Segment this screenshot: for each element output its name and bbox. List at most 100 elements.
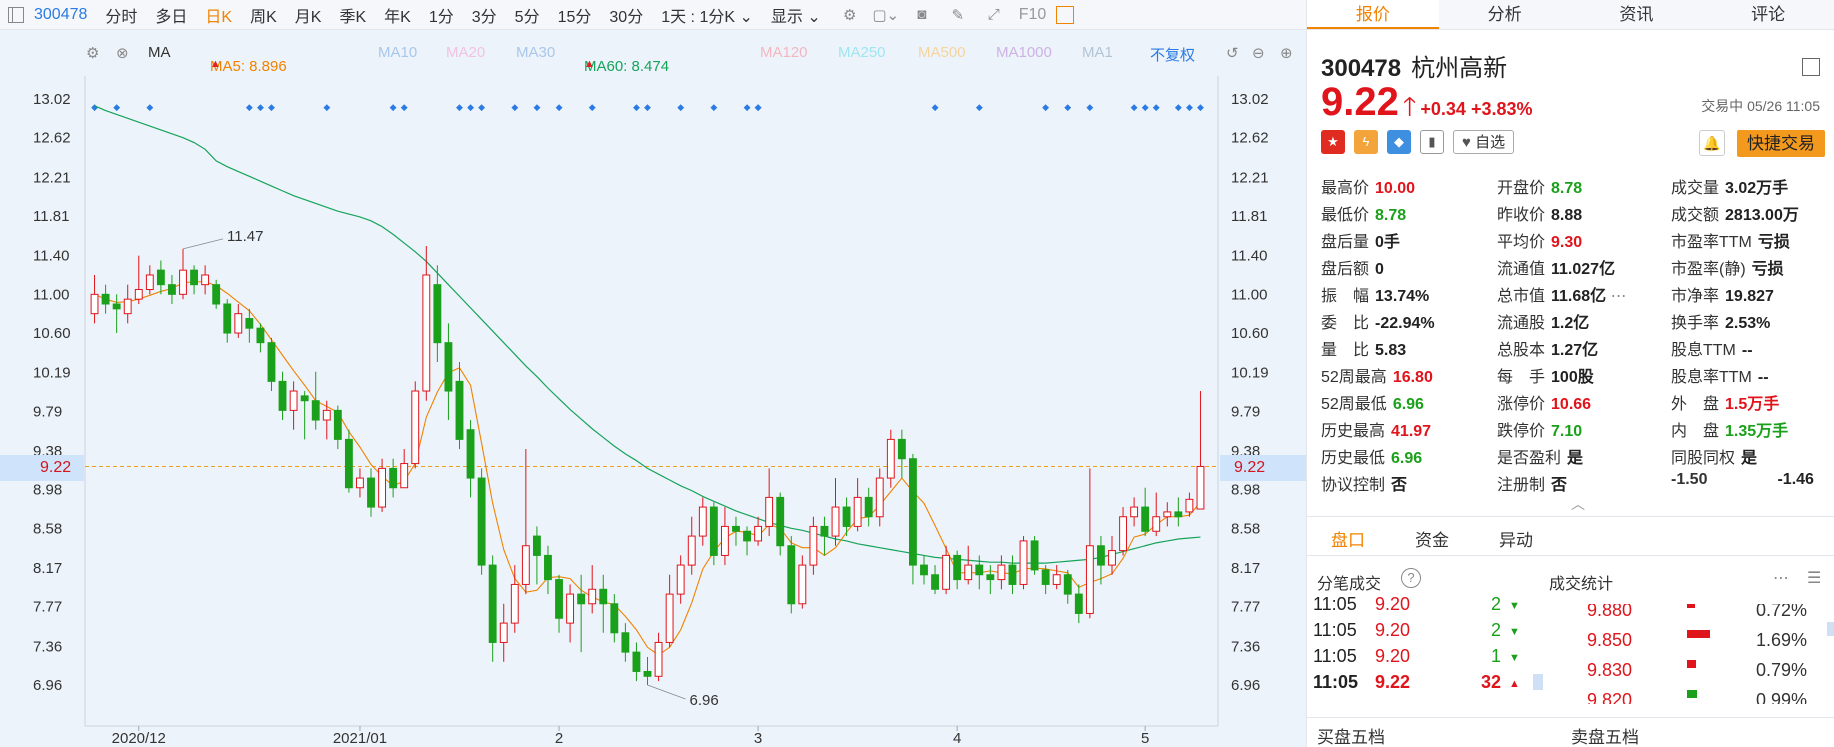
y-tick-label-right: 11.40 [1231, 248, 1267, 265]
quick-trade-button[interactable]: 快捷交易 [1737, 130, 1825, 157]
f10-button[interactable]: F10 [1019, 6, 1047, 24]
kline-chart[interactable]: ⚙ ⊗ MA MA5: 8.896 ▲ MA10 MA20 MA30 MA60:… [0, 30, 1306, 747]
stat-label: 盘后额 [1321, 261, 1370, 278]
period-tab-3min[interactable]: 3分 [472, 3, 497, 27]
alert-bell-icon[interactable]: 🔔 [1699, 130, 1725, 156]
candle-down [743, 530, 751, 542]
interval-select[interactable]: 1天 : 1分K ⌄ [661, 3, 753, 27]
trade-price: 9.22 [1375, 672, 1411, 692]
period-tab-1min[interactable]: 1分 [429, 3, 454, 27]
panel-toggle-icon[interactable] [1056, 5, 1075, 24]
scrollbar[interactable] [1827, 622, 1834, 636]
interval-select-label: 1天 : 1分K [661, 8, 736, 26]
candle-down [544, 554, 552, 581]
more-icon[interactable]: ⋯ [1606, 288, 1627, 305]
period-tab-duori[interactable]: 多日 [155, 3, 187, 27]
candle-down [532, 535, 541, 556]
draw-icon[interactable]: ✎ [947, 4, 969, 26]
event-marker: ◆ [91, 103, 98, 113]
tab-comments[interactable]: 评论 [1702, 0, 1834, 29]
stat-label: 注册制 [1497, 477, 1546, 494]
event-marker: ◆ [589, 103, 596, 113]
candle-down [577, 593, 586, 605]
stat-cell: 成交量 3.02万手 [1671, 174, 1788, 198]
period-tab-yearly[interactable]: 年K [384, 3, 411, 27]
stat-value: 是 [1741, 450, 1758, 467]
tab-capital[interactable]: 资金 [1415, 526, 1449, 551]
y-tick-label-right: 8.17 [1231, 560, 1260, 577]
add-watchlist-button[interactable]: ♥ 自选 [1453, 130, 1515, 154]
kline-plot[interactable]: 13.02 13.02 12.62 12.62 12.21 12.21 11.81 11.81… [0, 30, 1306, 747]
camera-icon[interactable]: ◙ [911, 4, 933, 26]
candle-down [842, 506, 851, 527]
tab-unusual[interactable]: 异动 [1499, 526, 1533, 551]
collapse-chevron-icon[interactable]: ︿ [1571, 494, 1585, 514]
list-icon[interactable]: ☰ [1807, 568, 1821, 588]
tab-orderbook[interactable]: 盘口 [1331, 526, 1365, 551]
candle-up [422, 274, 431, 392]
event-marker: ◆ [1153, 103, 1160, 113]
stat-value: 6.96 [1391, 450, 1423, 467]
period-tab-fenshi[interactable]: 分时 [105, 3, 137, 27]
tick-trade-list[interactable]: 11:05 9.20 2 ▼ 11:05 9.20 2 ▼ 11:05 9.20 1 ▼ 11:05 9.… [1307, 596, 1547, 706]
period-tab-5min[interactable]: 5分 [515, 3, 540, 27]
tag-icon[interactable]: ◆ [1387, 130, 1411, 154]
candle-up [1163, 511, 1172, 518]
more-icon[interactable]: ⋯ [1773, 568, 1789, 588]
candle-down [278, 380, 287, 411]
layout-icon[interactable]: ▢⌄ [872, 4, 899, 26]
x-tick-label: 4 [953, 730, 961, 747]
help-icon[interactable]: ? [1401, 568, 1421, 588]
stat-label: 是否盈利 [1497, 450, 1562, 467]
y-tick-label-right: 7.77 [1231, 599, 1260, 616]
tab-analysis[interactable]: 分析 [1439, 0, 1571, 29]
period-tab-30min[interactable]: 30分 [609, 3, 643, 27]
candle-up [356, 477, 364, 489]
candle-up [378, 467, 387, 508]
y-tick-label-left: 13.02 [33, 91, 71, 108]
event-marker: ◆ [1175, 103, 1182, 113]
trade-status: 交易中 05/26 11:05 [1701, 98, 1820, 114]
scrollbar[interactable] [1533, 674, 1543, 690]
price-volume-stats[interactable]: 9.880 0.72% 9.850 1.69% 9.830 0.79% 9.820 0.99% [1571, 604, 1834, 704]
stat-value: 1.27亿 [1551, 342, 1599, 359]
bookmark-icon[interactable]: ▮ [1420, 130, 1444, 154]
stats-row: 最高价 10.00 开盘价 8.78 成交量 3.02万手 [1321, 174, 1831, 201]
stat-cell: 振 幅 13.74% [1321, 282, 1429, 306]
candle-down [344, 438, 353, 489]
period-tab-quarterly[interactable]: 季K [339, 3, 366, 27]
stat-cell: 协议控制否 [1321, 471, 1407, 495]
sidebar-toggle-icon[interactable] [8, 6, 24, 23]
fullscreen-icon[interactable]: ⤢ [983, 4, 1005, 26]
stat-value: 1.5万手 [1725, 396, 1780, 413]
stat-cell: 量 比 5.83 [1321, 336, 1406, 360]
event-marker: ◆ [1131, 103, 1138, 113]
settings-icon[interactable]: ⚙ [839, 4, 861, 26]
event-marker: ◆ [1142, 103, 1149, 113]
order-book-headers: 买盘五档 卖盘五档 [1307, 717, 1834, 747]
candle-up [1130, 506, 1139, 518]
lightning-icon[interactable]: ϟ [1354, 130, 1378, 154]
document-icon[interactable] [1802, 58, 1820, 76]
tab-news[interactable]: 资讯 [1571, 0, 1703, 29]
period-tab-15min[interactable]: 15分 [558, 3, 592, 27]
tab-quote[interactable]: 报价 [1307, 0, 1439, 29]
period-tab-monthly[interactable]: 月K [295, 3, 322, 27]
stat-cell: 成交额 2813.00万 [1671, 201, 1799, 225]
stat-cell: 市盈率TTM 亏损 [1671, 228, 1790, 252]
y-tick-label-right: 7.36 [1231, 638, 1260, 655]
y-tick-label-left: 11.40 [33, 248, 69, 265]
y-tick-label-left: 7.36 [33, 638, 62, 655]
stock-code[interactable]: 300478 [34, 6, 87, 24]
x-tick-label: 3 [754, 730, 762, 747]
y-tick-label-left: 12.21 [33, 169, 71, 186]
event-marker: ◆ [113, 103, 120, 113]
stat-label: 52周最低 [1321, 396, 1387, 413]
quote-tabs: 报价 分析 资讯 评论 [1307, 0, 1834, 30]
buy-five-label: 买盘五档 [1317, 728, 1385, 747]
period-tab-daily[interactable]: 日K [205, 3, 232, 27]
stat-label: 最低价 [1321, 207, 1370, 224]
display-select[interactable]: 显示 ⌄ [771, 3, 821, 27]
china-flag-icon[interactable]: ★ [1321, 130, 1345, 154]
period-tab-weekly[interactable]: 周K [250, 3, 277, 27]
